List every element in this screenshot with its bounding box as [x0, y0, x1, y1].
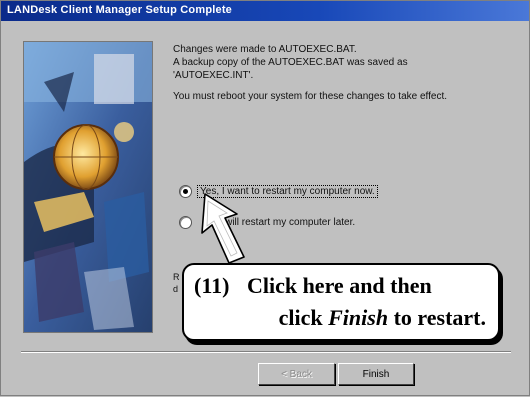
message-line-1: Changes were made to AUTOEXEC.BAT.	[173, 44, 357, 55]
message-line-4: You must reboot your system for these ch…	[173, 91, 448, 102]
callout-line-2: click Finish to restart.	[279, 305, 486, 331]
setup-window: LANDesk Client Manager Setup Complete Ch…	[0, 0, 530, 396]
restart-now-option[interactable]: Yes, I want to restart my computer now.	[179, 183, 378, 199]
finish-button[interactable]: Finish	[338, 363, 414, 385]
callout-line-1-text: Click here and then	[246, 273, 432, 298]
restart-later-label[interactable]: , I will restart my computer later.	[214, 217, 355, 228]
instruction-callout: (11) Click here and then click Finish to…	[182, 263, 500, 341]
restart-now-radio[interactable]	[179, 184, 192, 198]
callout-line-1: (11) Click here and then	[194, 273, 432, 299]
restart-later-option[interactable]: , I will restart my computer later.	[179, 214, 355, 230]
callout-finish-word: Finish	[328, 305, 389, 330]
window-title: LANDesk Client Manager Setup Complete	[7, 4, 232, 16]
message-line-3: 'AUTOEXEC.INT'.	[173, 70, 254, 81]
setup-illustration	[23, 41, 153, 333]
callout-line-2-suffix: to restart.	[388, 305, 486, 330]
button-separator	[21, 351, 511, 353]
illustration-graphic	[24, 42, 152, 332]
callout-step-number: (11)	[194, 273, 230, 298]
restart-later-radio[interactable]	[179, 215, 192, 229]
hidden-text-fragment-2: d	[173, 284, 179, 294]
back-button[interactable]: < Back	[258, 363, 335, 385]
restart-now-label[interactable]: Yes, I want to restart my computer now.	[197, 184, 378, 198]
title-bar[interactable]: LANDesk Client Manager Setup Complete	[1, 1, 529, 21]
callout-line-2-prefix: click	[278, 305, 329, 330]
hidden-text-fragment-1: R	[173, 272, 180, 282]
message-line-2: A backup copy of the AUTOEXEC.BAT was sa…	[173, 57, 408, 68]
